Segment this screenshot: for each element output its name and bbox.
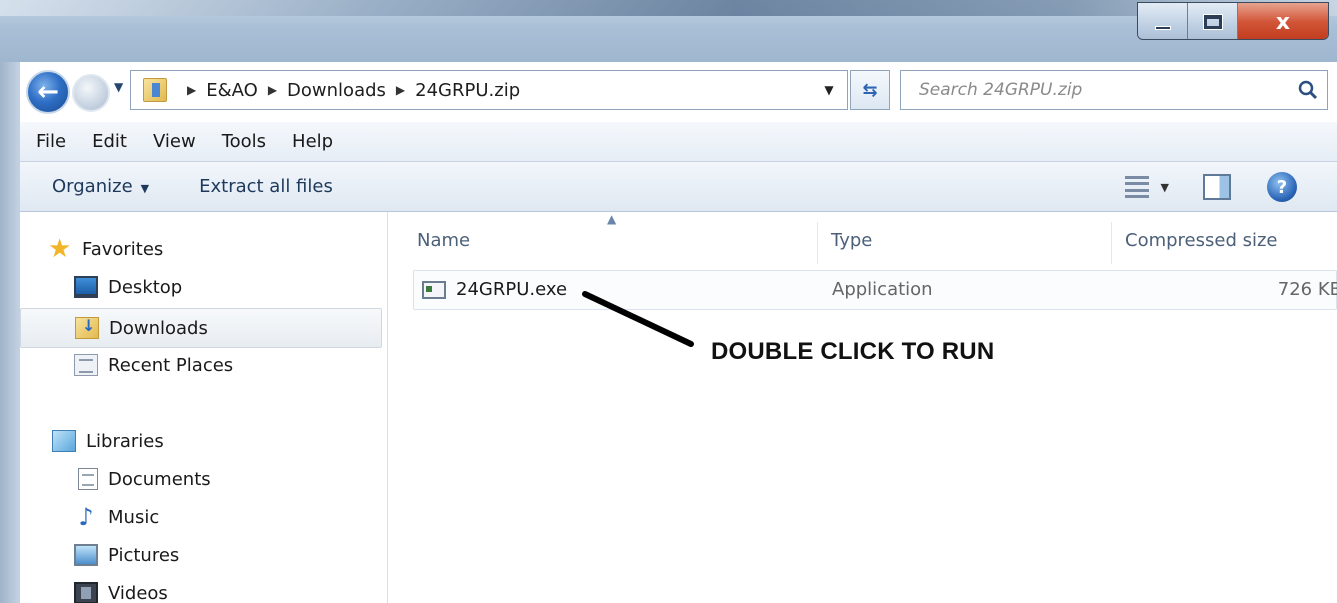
address-dropdown-button[interactable]: ▼ (811, 71, 847, 109)
nav-downloads-label: Downloads (109, 317, 208, 339)
documents-icon (78, 468, 98, 490)
organize-button[interactable]: Organize ▼ (52, 176, 149, 197)
window-controls: x (1137, 2, 1329, 40)
close-icon: x (1275, 9, 1291, 35)
refresh-icon: ⇆ (862, 79, 878, 101)
search-icon[interactable] (1297, 79, 1319, 101)
nav-pictures[interactable]: Pictures (74, 544, 179, 566)
menu-help[interactable]: Help (292, 131, 333, 152)
annotation-label: DOUBLE CLICK TO RUN (711, 338, 995, 365)
breadcrumb-downloads[interactable]: Downloads (287, 80, 386, 101)
desktop-icon (74, 276, 98, 298)
music-icon: ♪ (78, 503, 94, 531)
command-bar: Organize ▼ Extract all files ▼ ? (20, 162, 1337, 212)
breadcrumb-zip[interactable]: 24GRPU.zip (415, 80, 520, 101)
nav-favorites-label: Favorites (82, 238, 164, 260)
preview-pane-icon[interactable] (1203, 174, 1231, 200)
menu-bar: File Edit View Tools Help (20, 122, 1337, 162)
nav-videos-label: Videos (108, 582, 168, 603)
view-options-dropdown[interactable]: ▼ (1161, 181, 1169, 194)
navigation-row: ← ▼ ▶ E&AO ▶ Downloads ▶ 24GRPU.zip ▼ ⇆ (20, 66, 1330, 116)
menu-view[interactable]: View (153, 131, 196, 152)
window-left-frame (0, 62, 20, 603)
annotation-pointer-line (582, 291, 694, 347)
nav-recent-places-label: Recent Places (108, 354, 234, 376)
nav-downloads[interactable]: Downloads (20, 308, 382, 348)
search-box (900, 70, 1328, 110)
star-icon: ★ (48, 234, 72, 264)
close-button[interactable]: x (1238, 3, 1328, 39)
nav-recent-places[interactable]: Recent Places (74, 354, 233, 376)
breadcrumb-separator-icon[interactable]: ▶ (396, 83, 405, 97)
recent-places-icon (74, 354, 98, 376)
maximize-icon (1203, 15, 1222, 29)
menu-file[interactable]: File (36, 131, 66, 152)
nav-desktop[interactable]: Desktop (74, 276, 182, 298)
chevron-down-icon: ▼ (140, 182, 150, 195)
nav-music[interactable]: ♪ Music (74, 503, 160, 531)
downloads-folder-icon (75, 316, 99, 339)
folder-icon (143, 78, 167, 102)
address-bar[interactable]: ▶ E&AO ▶ Downloads ▶ 24GRPU.zip ▼ (130, 70, 848, 110)
back-button[interactable]: ← (26, 70, 70, 114)
nav-libraries[interactable]: Libraries (52, 430, 164, 452)
breadcrumb-e-and-ao[interactable]: E&AO (206, 80, 258, 101)
menu-edit[interactable]: Edit (92, 131, 127, 152)
chevron-down-icon: ▼ (824, 83, 834, 97)
breadcrumb-separator-icon[interactable]: ▶ (268, 83, 277, 97)
menu-tools[interactable]: Tools (222, 131, 266, 152)
nav-pictures-label: Pictures (108, 544, 180, 566)
nav-documents[interactable]: Documents (78, 468, 211, 490)
navigation-pane: ★ Favorites Desktop Downloads Recent Pla… (20, 212, 388, 603)
nav-videos[interactable]: Videos (74, 582, 168, 603)
nav-favorites[interactable]: ★ Favorites (48, 234, 164, 264)
pictures-icon (74, 544, 98, 566)
change-view-icon[interactable] (1124, 176, 1149, 198)
maximize-button[interactable] (1188, 3, 1238, 39)
recent-pages-dropdown[interactable]: ▼ (114, 80, 123, 94)
libraries-icon (52, 430, 76, 452)
breadcrumb-separator-icon[interactable]: ▶ (187, 83, 196, 97)
search-input[interactable] (901, 72, 1271, 108)
refresh-button[interactable]: ⇆ (850, 70, 890, 110)
help-icon[interactable]: ? (1267, 172, 1297, 202)
nav-libraries-label: Libraries (86, 430, 164, 452)
videos-icon (74, 582, 98, 603)
back-arrow-icon: ← (37, 77, 59, 107)
organize-label: Organize (52, 176, 133, 197)
nav-documents-label: Documents (108, 468, 211, 490)
extract-all-button[interactable]: Extract all files (199, 176, 333, 197)
view-controls: ▼ ? (1124, 170, 1297, 204)
nav-music-label: Music (108, 506, 160, 528)
nav-desktop-label: Desktop (108, 276, 183, 298)
window-titlebar: x (0, 0, 1337, 62)
forward-button[interactable] (72, 74, 110, 112)
minimize-icon (1154, 26, 1171, 30)
file-list: ▲ Name Type Compressed size 24GRPU.exe A… (389, 212, 1337, 603)
minimize-button[interactable] (1138, 3, 1188, 39)
